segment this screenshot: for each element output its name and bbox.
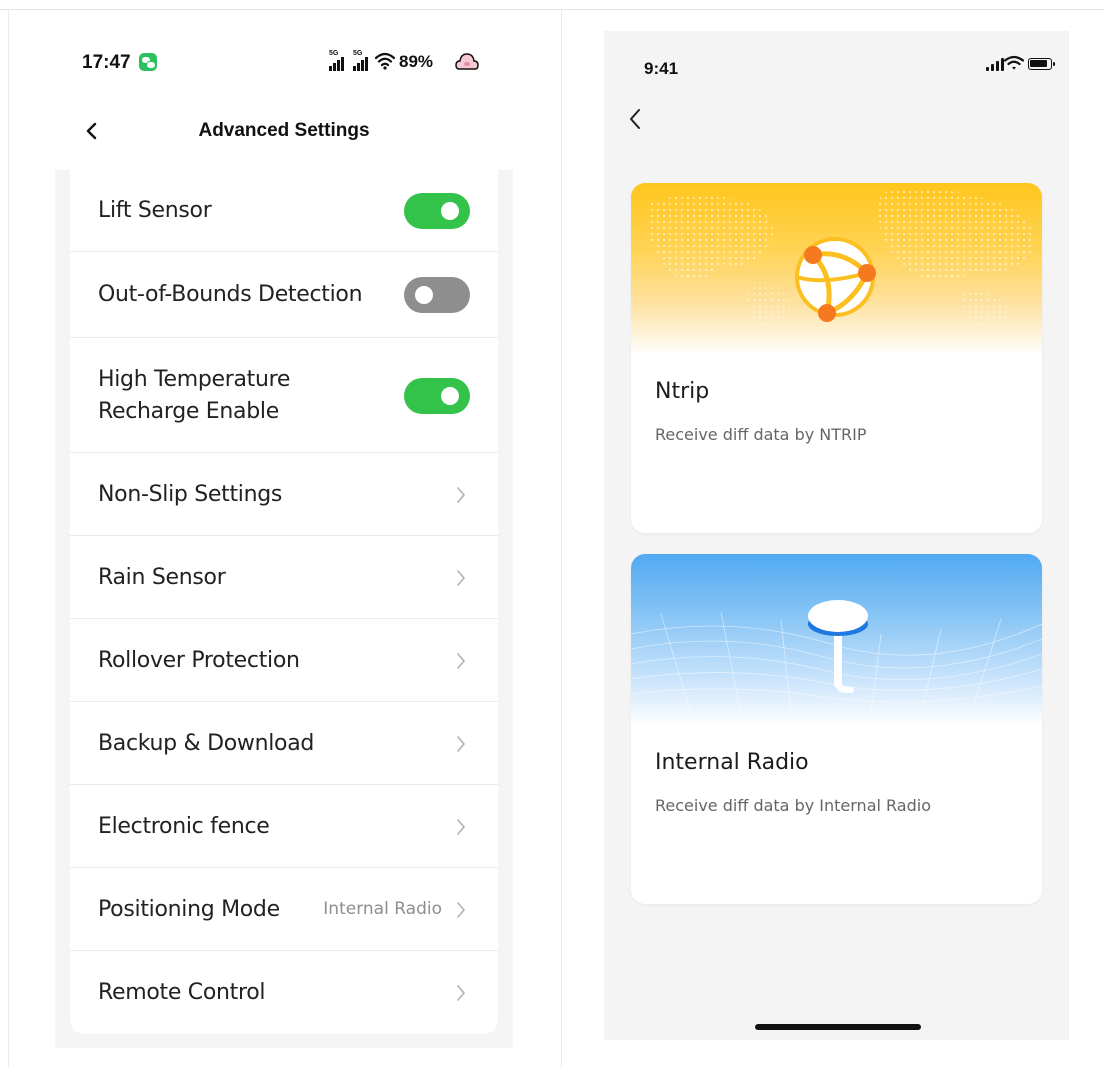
- signal-icon: 5G: [353, 50, 373, 72]
- cellular-signals: 5G 5G: [329, 50, 373, 72]
- setting-row-lift-sensor: Lift Sensor: [70, 170, 498, 252]
- chevron-right-icon: [457, 736, 465, 752]
- chevron-right-icon: [457, 902, 465, 918]
- setting-value: Internal Radio: [323, 899, 442, 919]
- ntrip-illustration: [631, 183, 1042, 355]
- setting-label: Non-Slip Settings: [98, 482, 283, 507]
- chevron-right-icon: [457, 985, 465, 1001]
- advanced-settings-screen: 17:47 5G 5G 89% Advanced Settings Lift S…: [55, 30, 513, 1048]
- chevron-right-icon: [457, 487, 465, 503]
- signal-icon: 5G: [329, 50, 349, 72]
- setting-label: High Temperature Recharge Enable: [98, 367, 291, 424]
- setting-row-high-temperature-recharge: High Temperature Recharge Enable: [70, 338, 498, 453]
- battery-percent: 89%: [399, 52, 434, 71]
- battery-icon: [1028, 58, 1055, 70]
- status-time: 9:41: [644, 59, 679, 78]
- setting-label: Electronic fence: [98, 814, 270, 839]
- back-button[interactable]: [628, 107, 642, 131]
- home-indicator: [755, 1024, 921, 1030]
- toggle-switch[interactable]: [404, 378, 470, 414]
- setting-row-non-slip-settings[interactable]: Non-Slip Settings: [70, 453, 498, 536]
- wifi-icon: [375, 52, 395, 70]
- setting-row-remote-control[interactable]: Remote Control: [70, 951, 498, 1034]
- setting-row-rain-sensor[interactable]: Rain Sensor: [70, 536, 498, 619]
- frame-top-divider: [0, 9, 1104, 10]
- status-bar: 17:47 5G 5G 89%: [55, 30, 513, 94]
- chevron-right-icon: [457, 570, 465, 586]
- frame-left-divider: [8, 9, 9, 1068]
- card-title: Internal Radio: [655, 750, 809, 775]
- internal-radio-mode-card[interactable]: Internal Radio Receive diff data by Inte…: [631, 554, 1042, 904]
- card-description: Receive diff data by Internal Radio: [655, 796, 931, 815]
- toggle-knob: [441, 387, 459, 405]
- ntrip-mode-card[interactable]: Ntrip Receive diff data by NTRIP: [631, 183, 1042, 533]
- nav-bar: Advanced Settings: [55, 100, 513, 162]
- page-title: Advanced Settings: [198, 120, 370, 141]
- status-time: 17:47: [82, 52, 131, 73]
- card-title: Ntrip: [655, 379, 710, 404]
- setting-label: Lift Sensor: [98, 198, 212, 223]
- positioning-mode-screen: 9:41 Ntrip Receive diff data by NTRIP In…: [604, 31, 1069, 1040]
- setting-row-electronic-fence[interactable]: Electronic fence: [70, 785, 498, 868]
- setting-label: Remote Control: [98, 980, 266, 1005]
- wifi-icon: [1004, 55, 1024, 70]
- radio-antenna-icon: [808, 600, 868, 693]
- setting-label: Out-of-Bounds Detection: [98, 282, 363, 307]
- setting-label: Rain Sensor: [98, 565, 226, 590]
- setting-row-positioning-mode[interactable]: Positioning Mode Internal Radio: [70, 868, 498, 951]
- chevron-right-icon: [457, 653, 465, 669]
- toggle-switch[interactable]: [404, 277, 470, 313]
- setting-row-out-of-bounds-detection: Out-of-Bounds Detection: [70, 252, 498, 338]
- setting-label: Backup & Download: [98, 731, 315, 756]
- cloud-pig-icon: [455, 53, 479, 70]
- frame-center-divider: [561, 9, 562, 1068]
- chevron-right-icon: [457, 819, 465, 835]
- setting-label: Rollover Protection: [98, 648, 300, 673]
- signal-icon: [986, 57, 1004, 71]
- network-type-label: 5G: [353, 50, 363, 57]
- toggle-switch[interactable]: [404, 193, 470, 229]
- setting-label: Positioning Mode: [98, 897, 280, 922]
- card-description: Receive diff data by NTRIP: [655, 425, 867, 444]
- setting-row-backup-download[interactable]: Backup & Download: [70, 702, 498, 785]
- toggle-knob: [415, 286, 433, 304]
- radio-illustration: [631, 554, 1042, 726]
- toggle-knob: [441, 202, 459, 220]
- settings-list: Lift Sensor Out-of-Bounds Detection High T…: [70, 170, 498, 1034]
- network-type-label: 5G: [329, 50, 339, 57]
- globe-network-icon: [795, 237, 876, 322]
- wechat-icon: [139, 53, 157, 71]
- setting-row-rollover-protection[interactable]: Rollover Protection: [70, 619, 498, 702]
